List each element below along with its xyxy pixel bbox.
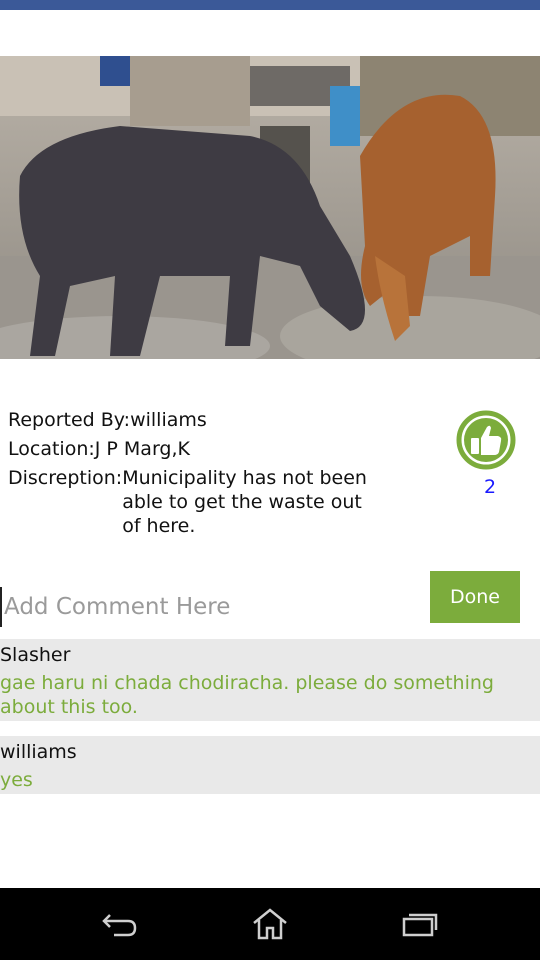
report-details: Reported By: williams Location: J P Marg,K… [8, 406, 368, 538]
thumbs-up-icon [456, 410, 516, 470]
location-row: Location: J P Marg,K [8, 435, 368, 464]
like-count: 2 [483, 476, 497, 498]
navigation-bar [0, 888, 540, 960]
home-button[interactable] [240, 900, 300, 948]
comment-text: gae haru ni chada chodiracha. please do … [0, 672, 494, 718]
description-label: Discreption: [8, 467, 123, 489]
comment-user: Slasher [0, 644, 71, 666]
top-status-bar [0, 0, 540, 10]
reported-by-row: Reported By: williams [8, 406, 368, 435]
like-button[interactable] [456, 410, 516, 470]
reported-by-value: williams [130, 409, 207, 431]
comment-text: yes [0, 769, 33, 791]
report-photo [0, 56, 540, 359]
description-value: Municipality has not been able to get th… [122, 467, 367, 537]
done-button[interactable]: Done [430, 571, 520, 623]
comment-user: williams [0, 741, 77, 763]
comment-item: Slasher gae haru ni chada chodiracha. pl… [0, 639, 540, 721]
description-row: Discreption: Municipality has not been ab… [8, 464, 368, 538]
home-icon [253, 908, 287, 940]
recent-apps-icon [402, 913, 438, 937]
recent-apps-button[interactable] [390, 900, 450, 948]
location-value: J P Marg,K [94, 438, 190, 460]
back-button[interactable] [90, 900, 150, 948]
back-icon [102, 914, 137, 937]
comment-item: williams yes [0, 736, 540, 794]
comment-input[interactable] [0, 587, 420, 627]
location-label: Location: [8, 438, 95, 460]
reported-by-label: Reported By: [8, 409, 131, 431]
